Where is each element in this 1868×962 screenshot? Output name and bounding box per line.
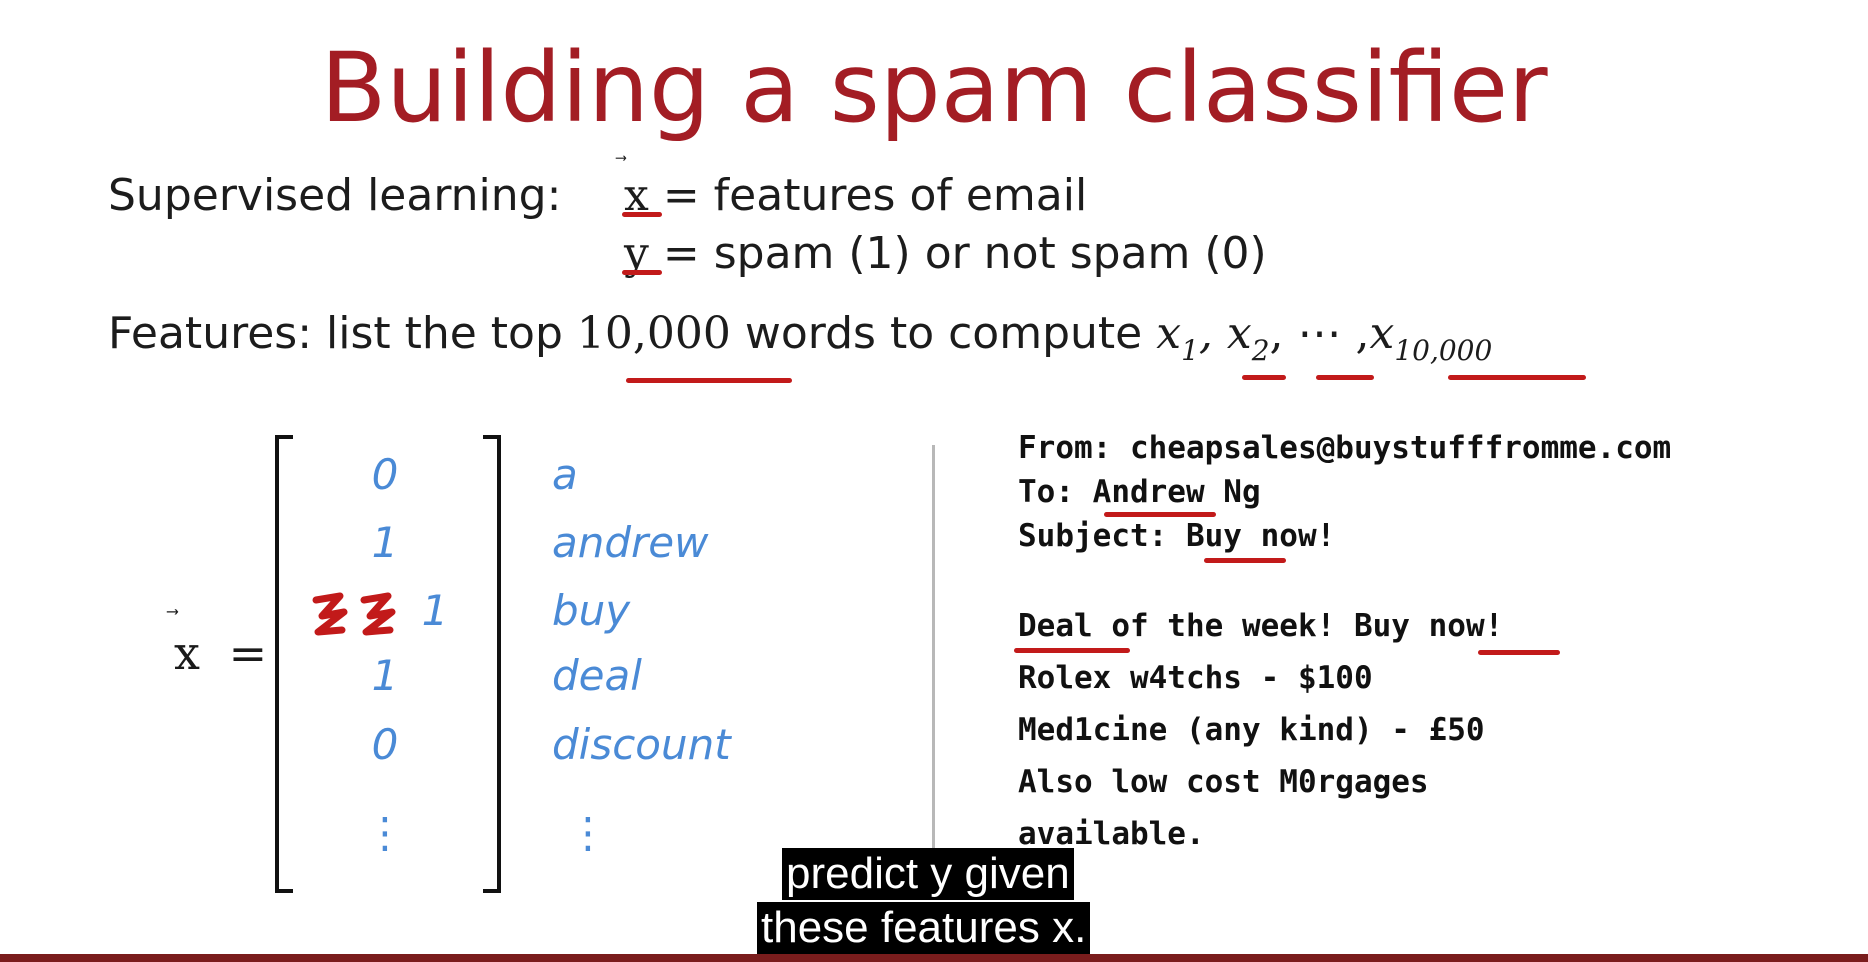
email-body-buy: Buy: [1353, 608, 1410, 644]
vector-value-discount: 0: [371, 720, 399, 769]
vector-x-label: ⃗ x =: [174, 626, 268, 680]
x1-symbol: x1: [1156, 308, 1199, 367]
features-prefix: Features: list the top: [108, 308, 563, 359]
x-definition: ⃗ x = features of email: [624, 170, 1087, 221]
email-from: From: cheapsales@buystufffromme.com: [1018, 430, 1672, 466]
andrew-underline: [1104, 512, 1216, 517]
xn-underline: [1448, 375, 1586, 380]
vector-word-andrew: andrew: [552, 518, 709, 567]
email-body-line-1: Deal of the week! Buy now!: [1018, 608, 1504, 644]
email-body-line-3: Med1cine (any kind) - £50: [1018, 712, 1485, 748]
features-mid: words to compute: [744, 308, 1143, 359]
caption-line-2: these features x.: [757, 902, 1091, 954]
ellipsis: , ⋯ ,: [1269, 308, 1370, 359]
xn-symbol: x10,000: [1369, 308, 1493, 367]
email-subject: Subject: Buy now!: [1018, 518, 1336, 554]
email-body-line-5: available.: [1018, 816, 1205, 852]
vector-value-more: ⋮: [364, 808, 406, 857]
x1-underline: [1242, 375, 1286, 380]
email-body-deal: Deal: [1018, 608, 1093, 644]
count-underline: [626, 378, 792, 383]
caption-line-1: predict y given: [782, 848, 1074, 900]
supervised-prefix: Supervised learning:: [108, 170, 562, 221]
email-to-name: Andrew: [1092, 474, 1205, 510]
divider: [932, 445, 935, 855]
x-underline: [622, 212, 662, 217]
subject-buy-underline: [1204, 558, 1286, 563]
x-def-text: = features of email: [662, 170, 1088, 221]
right-bracket: [483, 435, 501, 893]
email-body-line-4: Also low cost M0rgages: [1018, 764, 1429, 800]
y-def-text: = spam (1) or not spam (0): [662, 228, 1267, 279]
email-body-line-2: Rolex w4tchs - $100: [1018, 660, 1373, 696]
vector-word-buy: buy: [552, 586, 631, 635]
vector-word-a: a: [552, 450, 578, 499]
scribble-marks: [312, 592, 396, 636]
email-subject-buy: Buy: [1185, 518, 1242, 554]
vector-value-deal: 1: [371, 651, 399, 700]
left-bracket: [275, 435, 293, 893]
vector-word-deal: deal: [552, 651, 642, 700]
slide-title: Building a spam classifier: [320, 32, 1548, 144]
features-count: 10,000: [576, 308, 731, 359]
vector-word-discount: discount: [552, 720, 731, 769]
supervised-learning-line: Supervised learning:: [108, 170, 561, 221]
video-progress-bar[interactable]: [0, 954, 1868, 962]
deal-underline: [1014, 648, 1130, 653]
y-definition: y = spam (1) or not spam (0): [624, 228, 1267, 279]
features-line: Features: list the top 10,000 words to c…: [108, 308, 1493, 367]
vector-word-more: ⋮: [567, 808, 609, 857]
body-buy-underline: [1478, 650, 1560, 655]
x2-symbol: , x2: [1198, 308, 1270, 367]
email-to: To: Andrew Ng: [1018, 474, 1261, 510]
x2-underline: [1316, 375, 1374, 380]
vector-value-a: 0: [371, 450, 399, 499]
y-underline: [622, 270, 662, 275]
vector-value-andrew: 1: [371, 518, 399, 567]
